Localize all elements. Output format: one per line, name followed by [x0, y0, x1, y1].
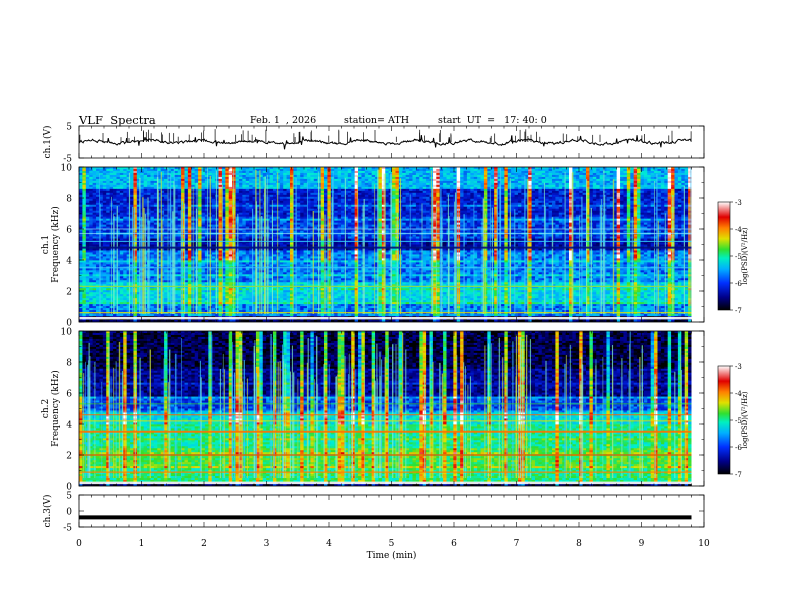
vlf-figure: 5-5ch.1(V)0246810ch.1 Frequency (kHz)0246…	[41, 123, 749, 562]
ch1-spectrogram	[79, 167, 704, 322]
